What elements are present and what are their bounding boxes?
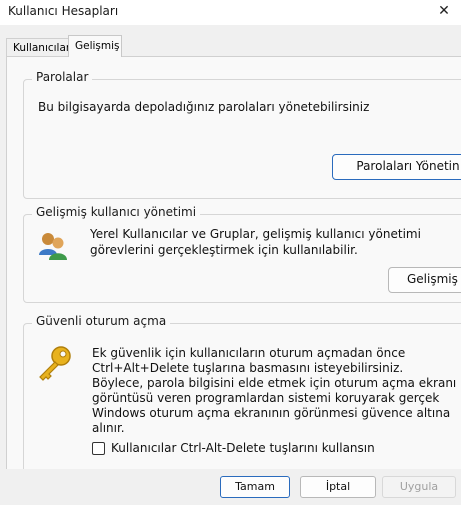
advanced-user-management-title: Gelişmiş kullanıcı yönetimi <box>32 205 201 219</box>
secure-logon-line1: Ek güvenlik için kullanıcıların oturum a… <box>92 346 406 360</box>
cancel-button[interactable]: İptal <box>300 476 376 498</box>
ctrl-alt-delete-checkbox-label[interactable]: Kullanıcılar Ctrl-Alt-Delete tuşlarını k… <box>111 441 375 456</box>
secure-logon-group: Güvenli oturum açma Ek güvenlik için kul… <box>23 314 461 469</box>
secure-logon-line5: Windows oturum açma ekranının görünmesi … <box>92 406 451 420</box>
ok-button[interactable]: Tamam <box>220 476 290 498</box>
title-bar: Kullanıcı Hesapları ✕ <box>0 0 461 25</box>
secure-logon-line6: alınır. <box>92 421 125 435</box>
advanced-button[interactable]: Gelişmiş <box>388 267 461 293</box>
advanced-user-management-group: Gelişmiş kullanıcı yönetimi Yerel Kullan… <box>23 205 461 303</box>
ctrl-alt-delete-checkbox[interactable] <box>92 442 105 455</box>
secure-logon-line3: Böylece, parola bilgisini elde etmek içi… <box>92 376 457 390</box>
window-title: Kullanıcı Hesapları <box>8 4 119 18</box>
users-icon <box>39 233 67 260</box>
tab-advanced[interactable]: Gelişmiş <box>68 35 122 57</box>
secure-logon-title: Güvenli oturum açma <box>32 314 171 328</box>
advanced-tab-panel: Parolalar Bu bilgisayarda depoladığınız … <box>6 56 461 469</box>
passwords-group-title: Parolalar <box>32 70 93 84</box>
passwords-description: Bu bilgisayarda depoladığınız parolaları… <box>38 100 370 114</box>
secure-logon-line4: görüntüsü veren programlardan sistemi ko… <box>92 391 440 405</box>
close-icon[interactable]: ✕ <box>435 2 453 20</box>
secure-logon-line2: Ctrl+Alt+Delete tuşlarına basmasını iste… <box>92 361 404 375</box>
apply-button[interactable]: Uygula <box>382 476 456 498</box>
advanced-user-management-line1: Yerel Kullanıcılar ve Gruplar, gelişmiş … <box>90 227 421 241</box>
advanced-user-management-line2: görevlerini gerçekleştirmek için kullanı… <box>90 243 358 257</box>
manage-passwords-button[interactable]: Parolaları Yönetin <box>332 154 461 180</box>
key-icon <box>39 346 71 381</box>
passwords-group: Parolalar Bu bilgisayarda depoladığınız … <box>23 70 461 199</box>
